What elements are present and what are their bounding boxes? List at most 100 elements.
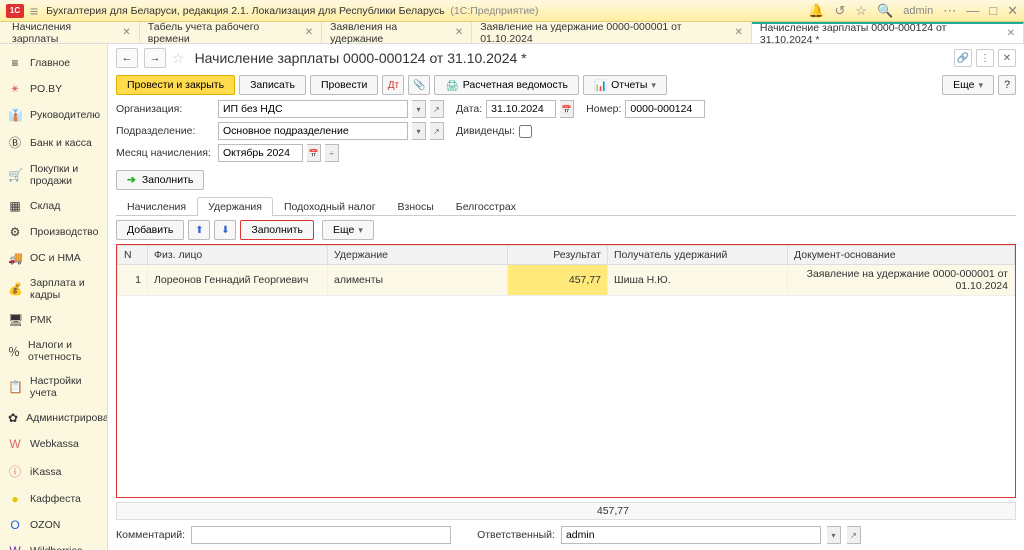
sidebar-label: РМК xyxy=(30,314,52,326)
write-button[interactable]: Записать xyxy=(239,75,306,95)
maximize-icon[interactable]: □ xyxy=(989,3,997,18)
search-icon[interactable]: 🔍 xyxy=(877,3,893,19)
dept-input[interactable] xyxy=(218,122,408,140)
org-input[interactable] xyxy=(218,100,408,118)
user-label[interactable]: admin xyxy=(903,5,933,17)
close-icon[interactable]: ✕ xyxy=(1007,3,1018,19)
bell-icon[interactable]: 🔔 xyxy=(808,3,824,19)
more-icon[interactable]: ⋮ xyxy=(976,49,994,67)
star-icon[interactable]: ☆ xyxy=(855,3,867,19)
dividends-checkbox[interactable] xyxy=(519,125,532,138)
post-close-button[interactable]: Провести и закрыть xyxy=(116,75,235,95)
sidebar-item[interactable]: ⚙Производство xyxy=(0,219,107,245)
sidebar-item[interactable]: ✴PO.BY xyxy=(0,76,107,102)
nav-fwd-button[interactable]: → xyxy=(144,48,166,68)
month-pick-icon[interactable]: 📅 xyxy=(307,144,321,162)
tab-close-icon[interactable]: ✕ xyxy=(305,27,313,38)
sidebar-item[interactable]: WWebkassa xyxy=(0,431,107,457)
sidebar-item[interactable]: 📋Настройки учета xyxy=(0,369,107,405)
sidebar-item[interactable]: ≡Главное xyxy=(0,50,107,76)
month-step-icon[interactable]: ÷ xyxy=(325,144,339,162)
move-down-button[interactable]: ⬇ xyxy=(214,220,236,240)
subtab-contributions[interactable]: Взносы xyxy=(387,197,445,216)
col-person[interactable]: Физ. лицо xyxy=(148,246,328,265)
sidebar-item[interactable]: WWildberries xyxy=(0,538,107,550)
fill-tab-button[interactable]: Заполнить xyxy=(240,220,314,240)
tab-2[interactable]: Заявления на удержание✕ xyxy=(322,22,472,43)
dept-label: Подразделение: xyxy=(116,125,214,137)
nav-back-button[interactable]: ← xyxy=(116,48,138,68)
subtab-belgosstrakh[interactable]: Белгосстрах xyxy=(445,197,527,216)
subtab-deductions[interactable]: Удержания xyxy=(197,197,273,216)
col-result[interactable]: Результат xyxy=(508,246,608,265)
sidebar-item[interactable]: ●Каффеста xyxy=(0,486,107,512)
payslip-button[interactable]: 🖨Расчетная ведомость xyxy=(434,75,579,95)
sidebar-item[interactable]: Ⓑ Банк и касса xyxy=(0,128,107,157)
more-button[interactable]: Еще xyxy=(942,75,994,95)
resp-pick-icon[interactable]: ▾ xyxy=(827,526,841,544)
minimize-icon[interactable]: — xyxy=(966,3,979,18)
sidebar-item[interactable]: 🛒Покупки и продажи xyxy=(0,157,107,193)
sidebar-item[interactable]: OOZON xyxy=(0,512,107,538)
col-recipient[interactable]: Получатель удержаний xyxy=(608,246,788,265)
reports-button[interactable]: 📊Отчеты xyxy=(583,75,667,95)
close-doc-icon[interactable]: ✕ xyxy=(998,49,1016,67)
sidebar-label: Банк и касса xyxy=(30,137,92,149)
resp-label: Ответственный: xyxy=(477,529,555,541)
comment-input[interactable] xyxy=(191,526,451,544)
deductions-table[interactable]: N Физ. лицо Удержание Результат Получате… xyxy=(116,244,1016,498)
history-icon[interactable]: ↺ xyxy=(835,3,846,19)
tab-close-icon[interactable]: ✕ xyxy=(1007,28,1015,39)
tab-3[interactable]: Заявление на удержание 0000-000001 от 01… xyxy=(472,22,752,43)
col-doc[interactable]: Документ-основание xyxy=(788,246,1015,265)
sidebar-label: PO.BY xyxy=(30,83,62,95)
table-row[interactable]: 1 Лореонов Геннадий Георгиевич алименты … xyxy=(118,265,1015,296)
attach-icon[interactable]: 📎 xyxy=(408,75,430,95)
tab-close-icon[interactable]: ✕ xyxy=(455,27,463,38)
tab-strip: Начисления зарплаты✕ Табель учета рабоче… xyxy=(0,22,1024,44)
post-button[interactable]: Провести xyxy=(310,75,378,95)
dept-open-icon[interactable]: ↗ xyxy=(430,122,444,140)
subtab-income-tax[interactable]: Подоходный налог xyxy=(273,197,387,216)
sidebar-label: Настройки учета xyxy=(30,375,99,399)
subtab-accruals[interactable]: Начисления xyxy=(116,197,197,216)
org-pick-icon[interactable]: ▾ xyxy=(412,100,426,118)
col-n[interactable]: N xyxy=(118,246,148,265)
dept-pick-icon[interactable]: ▾ xyxy=(412,122,426,140)
sidebar-icon: ● xyxy=(8,492,22,506)
sidebar-item[interactable]: ▦Склад xyxy=(0,193,107,219)
sidebar-item[interactable]: ✿Администрирование xyxy=(0,405,107,431)
tab-close-icon[interactable]: ✕ xyxy=(122,27,130,38)
move-up-button[interactable]: ⬆ xyxy=(188,220,210,240)
org-open-icon[interactable]: ↗ xyxy=(430,100,444,118)
sidebar-label: iKassa xyxy=(30,466,62,478)
num-input[interactable] xyxy=(625,100,705,118)
overflow-icon[interactable]: ⋯ xyxy=(943,3,956,19)
star-icon[interactable]: ☆ xyxy=(172,50,185,67)
col-type[interactable]: Удержание xyxy=(328,246,508,265)
date-input[interactable] xyxy=(486,100,556,118)
tab-4[interactable]: Начисление зарплаты 0000-000124 от 31.10… xyxy=(752,22,1024,43)
month-input[interactable] xyxy=(218,144,303,162)
sidebar-item[interactable]: 💰Зарплата и кадры xyxy=(0,271,107,307)
sidebar-item[interactable]: 🖥РМК xyxy=(0,307,107,333)
fill-all-button[interactable]: ➔Заполнить xyxy=(116,170,204,190)
dtct-icon[interactable]: Дт xyxy=(382,75,404,95)
tab-1[interactable]: Табель учета рабочего времени✕ xyxy=(140,22,322,43)
sidebar-item[interactable]: 👔Руководителю xyxy=(0,102,107,128)
sidebar-item[interactable]: ⓘiKassa xyxy=(0,457,107,486)
sidebar-icon: ✿ xyxy=(8,411,18,425)
tab-more-button[interactable]: Еще xyxy=(322,220,374,240)
hamburger-icon[interactable]: ≡ xyxy=(30,4,38,18)
sidebar-icon: Ⓑ xyxy=(8,134,22,151)
sidebar-item[interactable]: 🚚ОС и НМА xyxy=(0,245,107,271)
tab-0[interactable]: Начисления зарплаты✕ xyxy=(4,22,140,43)
tab-close-icon[interactable]: ✕ xyxy=(734,27,742,38)
add-row-button[interactable]: Добавить xyxy=(116,220,184,240)
resp-input[interactable] xyxy=(561,526,821,544)
link-icon[interactable]: 🔗 xyxy=(954,49,972,67)
date-pick-icon[interactable]: 📅 xyxy=(560,100,574,118)
resp-open-icon[interactable]: ↗ xyxy=(847,526,861,544)
sidebar-item[interactable]: ％Налоги и отчетность xyxy=(0,333,107,369)
help-button[interactable]: ? xyxy=(998,75,1016,95)
